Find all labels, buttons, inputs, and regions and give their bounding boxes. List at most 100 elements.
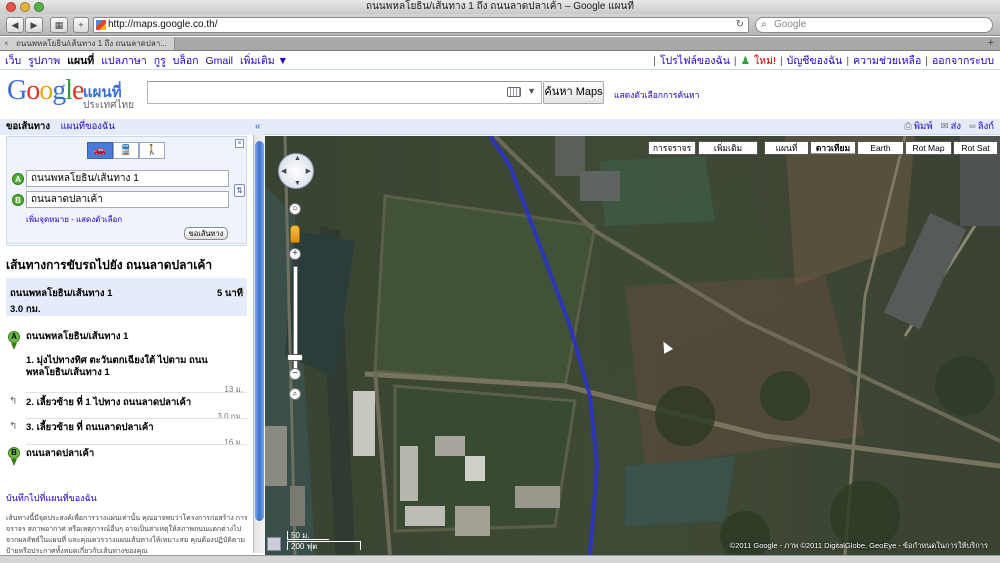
scale-bar: 50 ม. 200 ฟุต (287, 531, 363, 551)
end-location[interactable]: ถนนลาดปลาเค้า (26, 448, 94, 460)
travel-modes: 🚗 🚆 🚶 (87, 142, 165, 159)
step-divider (26, 392, 247, 393)
gmail-link[interactable]: Gmail (206, 52, 233, 70)
search-icon: ⌕ (761, 19, 767, 30)
minimize-window-button[interactable] (20, 2, 30, 12)
save-to-my-maps-link[interactable]: บันทึกไปที่แผนที่ของฉัน (6, 491, 97, 505)
browser-search-field[interactable]: ⌕ Google (755, 17, 993, 33)
link-link[interactable]: ∞ ลิงก์ (969, 119, 994, 135)
blogs-link[interactable]: บล็อก (173, 52, 199, 70)
pan-down-icon[interactable]: ▼ (294, 180, 301, 187)
new-label[interactable]: ใหม่! (754, 52, 776, 70)
from-field[interactable]: ถนนพหลโยธิน/เส้นทาง 1 (26, 170, 229, 187)
my-account-link[interactable]: บัญชีของฉัน (787, 52, 843, 70)
forward-button[interactable]: ▶ (25, 17, 43, 33)
send-link[interactable]: ✉ ส่ง (941, 119, 961, 135)
window-bottom-edge (0, 555, 1000, 563)
chevron-down-icon[interactable]: ▼ (527, 86, 536, 96)
tab-my-maps[interactable]: แผนที่ของฉัน (61, 121, 115, 132)
tab-directions[interactable]: ขอเส้นทาง (6, 121, 50, 132)
start-location[interactable]: ถนนพหลโยธิน/เส้นทาง 1 (26, 331, 128, 343)
map-type-rotmap-button[interactable]: Rot Map (905, 141, 952, 155)
pan-left-icon[interactable]: ◀ (281, 167, 286, 175)
more-link[interactable]: เพิ่มเติม ▼ (240, 52, 288, 70)
get-directions-button[interactable]: ขอเส้นทาง (184, 227, 228, 240)
close-tab-icon[interactable]: × (4, 37, 9, 50)
scale-imperial: 200 ฟุต (287, 541, 361, 551)
my-profile-link[interactable]: โปรไฟล์ของฉัน (660, 52, 730, 70)
help-link[interactable]: ความช่วยเหลือ (853, 52, 921, 70)
search-maps-button[interactable]: ค้นหา Maps (543, 81, 604, 104)
driving-mode-button[interactable]: 🚗 (87, 142, 113, 159)
grid-icon[interactable]: ▦ (50, 17, 68, 33)
favicon-icon (96, 20, 106, 30)
map-header: ⎙ พิมพ์ ✉ ส่ง ∞ ลิงก์ (265, 119, 1000, 135)
zoom-out-button[interactable]: − (289, 368, 301, 380)
reload-icon[interactable]: ↻ (736, 18, 744, 32)
step-3[interactable]: 3. เลี้ยวซ้าย ที่ ถนนลาดปลาเค้า (26, 422, 154, 434)
marker-b-icon: B (12, 194, 24, 206)
translate-link[interactable]: แปลภาษา (101, 52, 147, 70)
maps-header: Google แผนที่ ประเทศไทย ▼ ค้นหา Maps แสด… (0, 71, 1000, 119)
google-top-nav: เว็บ รูปภาพ แผนที่ แปลภาษา กูรู บล็อก Gmail เพิ… (0, 52, 1000, 70)
map-type-satellite-button[interactable]: ดาวเทียม (810, 141, 856, 155)
pan-up-icon[interactable]: ▲ (294, 155, 301, 162)
answers-link[interactable]: กูรู (154, 52, 166, 70)
start-marker-icon: A (8, 331, 20, 350)
zoom-in-button[interactable]: + (289, 248, 301, 260)
step-2[interactable]: 2. เลี้ยวซ้าย ที่ 1 ไปทาง ถนนลาดปลาเค้า (26, 397, 191, 409)
browser-tab[interactable]: × ถนนพหลโยธิน/เส้นทาง 1 ถึง ถนนลาดปลา... (0, 37, 175, 50)
images-link[interactable]: รูปภาพ (28, 52, 60, 70)
summary-distance: 3.0 กม. (10, 304, 41, 315)
sign-out-link[interactable]: ออกจากระบบ (932, 52, 994, 70)
search-options-link[interactable]: แสดงตัวเลือกการค้นหา (614, 88, 699, 102)
traffic-layer-button[interactable]: การจราจร (648, 141, 696, 155)
zoom-window-button[interactable] (34, 2, 44, 12)
panel-scrollbar[interactable] (253, 135, 265, 553)
close-icon[interactable]: × (235, 139, 244, 148)
address-bar[interactable]: http://maps.google.co.th/ ↻ (93, 17, 749, 33)
map-type-earth-button[interactable]: Earth (857, 141, 904, 155)
transit-mode-button[interactable]: 🚆 (113, 142, 139, 159)
new-tab-button[interactable]: + (988, 37, 994, 50)
step-divider (26, 444, 247, 445)
rotate-reset-icon[interactable]: ○ (289, 203, 301, 215)
disclaimer-text: เส้นทางนี้มีจุดประสงค์เพื่อการวางแผนเท่า… (6, 515, 248, 555)
more-layers-button[interactable]: เพิ่มเติม (698, 141, 758, 155)
add-destination-link[interactable]: เพิ่มจุดหมาย - แสดงตัวเลือก (26, 213, 122, 226)
walking-mode-button[interactable]: 🚶 (139, 142, 165, 159)
map-copyright[interactable]: ©2011 Google - ภาพ ©2011 DigitalGlobe, G… (730, 540, 988, 552)
overview-map-icon[interactable] (267, 537, 281, 551)
step-2-distance: 3.0 กม. (217, 412, 243, 421)
keyboard-icon[interactable] (507, 87, 521, 97)
url-text: http://maps.google.co.th/ (108, 19, 218, 30)
pan-control[interactable]: ▲ ▼ ◀ ▶ (278, 153, 314, 189)
map-type-map-button[interactable]: แผนที่ (764, 141, 809, 155)
zoom-slider-thumb[interactable] (287, 354, 303, 361)
maps-search-input[interactable]: ▼ (147, 81, 542, 104)
scale-metric: 50 ม. (287, 531, 329, 540)
logo-country: ประเทศไทย (83, 100, 134, 111)
swap-icon[interactable]: ⇅ (234, 184, 245, 197)
web-link[interactable]: เว็บ (5, 52, 21, 70)
close-window-button[interactable] (6, 2, 16, 12)
maps-link[interactable]: แผนที่ (67, 52, 94, 70)
collapse-panel-icon[interactable]: « (255, 119, 261, 135)
street-view-pegman-icon[interactable] (290, 225, 300, 243)
route-summary[interactable]: ถนนพหลโยธิน/เส้นทาง 1 5 นาที 3.0 กม. (6, 278, 247, 316)
map-type-rotsat-button[interactable]: Rot Sat (953, 141, 998, 155)
satellite-map[interactable]: การจราจร เพิ่มเติม แผนที่ ดาวเทียม Earth… (265, 136, 1000, 555)
scrollbar-thumb[interactable] (255, 141, 264, 521)
back-button[interactable]: ◀ (6, 17, 24, 33)
summary-time: 5 นาที (216, 288, 243, 299)
pan-right-icon[interactable]: ▶ (306, 167, 311, 175)
step-1-distance: 13 ม. (224, 385, 243, 394)
envelope-icon: ✉ (940, 121, 949, 132)
google-logo[interactable]: Google (7, 75, 84, 107)
zoom-magnifier-icon[interactable]: ⌕ (289, 388, 301, 400)
to-field[interactable]: ถนนลาดปลาเค้า (26, 191, 229, 208)
print-link[interactable]: ⎙ พิมพ์ (904, 119, 932, 135)
tab-strip: × ถนนพหลโยธิน/เส้นทาง 1 ถึง ถนนลาดปลา...… (0, 37, 1000, 51)
step-1[interactable]: 1. มุ่งไปทางทิศ ตะวันตกเฉียงใต้ ไปตาม ถน… (26, 355, 208, 379)
add-bookmark-button[interactable]: + (73, 17, 89, 33)
